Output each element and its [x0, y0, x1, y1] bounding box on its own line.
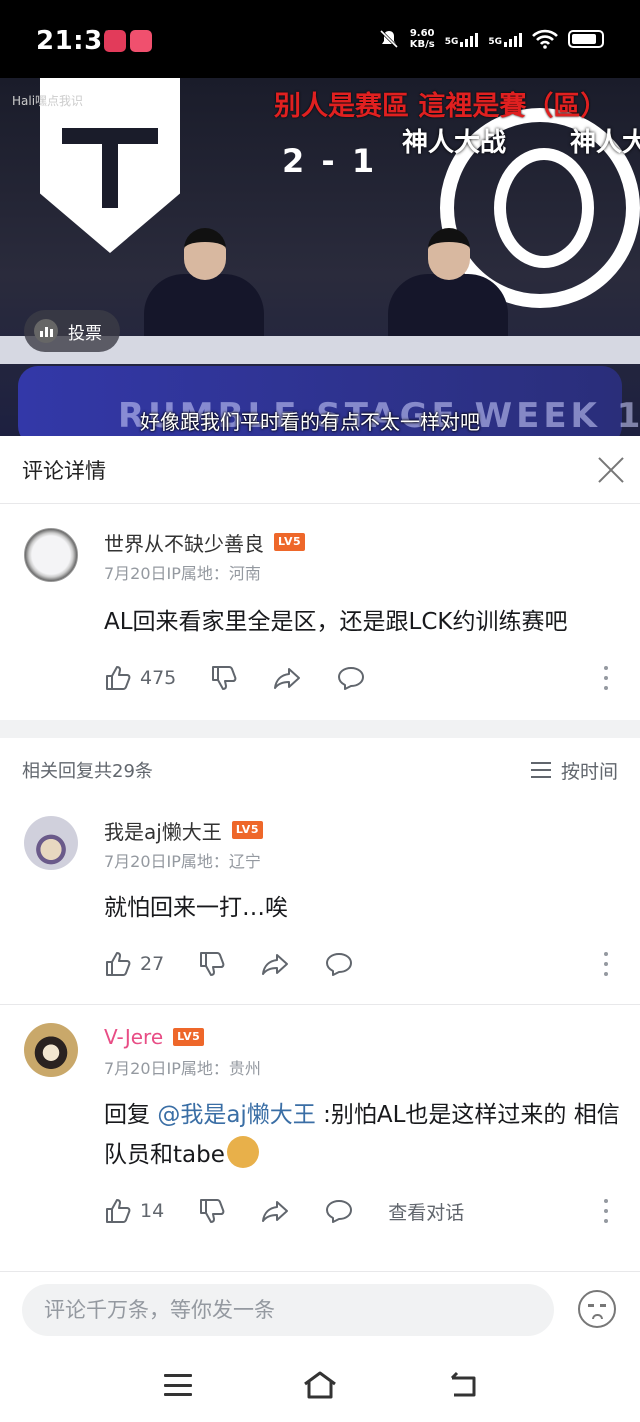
vote-label: 投票 — [68, 323, 102, 344]
reply-ip: IP属地：辽宁 — [166, 852, 261, 871]
battery-icon — [568, 30, 604, 48]
section-divider — [0, 720, 640, 738]
video-subtitle-white-1: 神人大战 — [402, 128, 507, 158]
home-icon[interactable] — [302, 1370, 338, 1400]
vote-icon — [34, 319, 58, 343]
avatar[interactable] — [24, 528, 78, 582]
net-speed: 9.60 KB/s — [410, 28, 435, 50]
hali-app-icon — [104, 30, 126, 52]
reply-text: 就怕回来一打…唉 — [104, 895, 288, 921]
reply-date: 7月20日 — [104, 852, 167, 871]
signal-icon: 5G — [488, 31, 522, 47]
back-icon[interactable] — [448, 1370, 478, 1400]
caster-left — [144, 228, 264, 354]
username-text[interactable]: V-Jere — [104, 1025, 163, 1049]
sort-label: 按时间 — [560, 760, 618, 783]
reply-item: 我是aj懒大王 LV5 7月20日IP属地：辽宁 就怕回来一打…唉 27 — [0, 802, 640, 1004]
comment-actions: 475 — [104, 658, 640, 698]
comment-ip: IP属地：河南 — [166, 564, 261, 583]
close-button[interactable] — [596, 455, 626, 485]
doge-emoji-icon — [226, 1136, 259, 1168]
bilibili-app-icon — [130, 30, 152, 52]
avatar[interactable] — [24, 816, 78, 870]
level-badge: LV5 — [274, 533, 306, 551]
system-nav-bar — [0, 1362, 640, 1422]
reply-username[interactable]: 我是aj懒大王 LV5 — [104, 816, 640, 844]
more-icon[interactable] — [604, 666, 608, 690]
reply-item: V-Jere LV5 7月20日IP属地：贵州 回复 @我是aj懒大王 :别怕A… — [0, 1005, 640, 1243]
like-button[interactable]: 27 — [104, 950, 164, 978]
reply-meta: 7月20日IP属地：辽宁 — [104, 848, 640, 872]
thumbs-down-icon[interactable] — [210, 664, 238, 692]
reply-prefix: 回复 — [104, 1102, 158, 1128]
like-count: 27 — [140, 953, 165, 975]
main-comment: 世界从不缺少善良 LV5 7月20日IP属地：河南 AL回来看家里全是区，还是跟… — [0, 504, 640, 720]
level-badge: LV5 — [231, 821, 263, 839]
reply-icon[interactable] — [324, 950, 354, 978]
menu-icon[interactable] — [164, 1374, 192, 1396]
thumbs-down-icon[interactable] — [198, 1197, 226, 1225]
like-button[interactable]: 14 — [104, 1197, 164, 1225]
mention-link[interactable]: @我是aj懒大王 — [157, 1102, 315, 1128]
username-text[interactable]: 我是aj懒大王 — [104, 816, 222, 845]
thumbs-up-icon — [106, 952, 131, 976]
sort-button[interactable]: 按时间 — [530, 757, 618, 784]
emoji-icon[interactable] — [578, 1290, 616, 1328]
sim2-label: 5G — [488, 37, 502, 47]
sim1-label: 5G — [444, 37, 459, 47]
comment-meta: 7月20日IP属地：河南 — [104, 560, 640, 584]
video-score: 2 - 1 — [282, 142, 378, 180]
signal-icon: 5G — [445, 31, 479, 47]
comment-detail-panel: 评论详情 世界从不缺少善良 LV5 7月20日IP属地：河南 AL回来看家里全是… — [0, 436, 640, 1422]
reply-date: 7月20日 — [104, 1059, 167, 1078]
comment-date: 7月20日 — [104, 564, 167, 583]
share-icon[interactable] — [260, 1197, 290, 1225]
view-conversation-link[interactable]: 查看对话 — [388, 1198, 464, 1225]
video-subtitle-white-2: 神人大 — [570, 128, 640, 158]
comment-text: AL回来看家里全是区，还是跟LCK约训练赛吧 — [104, 609, 568, 635]
wifi-icon — [532, 29, 558, 49]
sort-icon — [530, 762, 551, 778]
watermark: Hali嘿点我识 — [12, 94, 84, 108]
replies-count: 相关回复共29条 — [22, 761, 153, 782]
caster-right — [388, 228, 508, 354]
mute-icon — [379, 29, 398, 49]
thumbs-up-icon — [106, 666, 131, 690]
video-subtitle-red: 别人是赛區 這裡是賽（區） — [274, 91, 608, 122]
level-badge: LV5 — [173, 1028, 205, 1046]
panel-header: 评论详情 — [0, 436, 640, 504]
thumbs-up-icon — [106, 1199, 131, 1223]
avatar[interactable] — [24, 1023, 78, 1077]
vote-button[interactable]: 投票 — [24, 310, 120, 352]
username-text[interactable]: 世界从不缺少善良 — [104, 528, 264, 557]
reply-username[interactable]: V-Jere LV5 — [104, 1023, 640, 1051]
net-speed-value: 9.60 — [409, 28, 435, 39]
reply-actions: 14 查看对话 — [104, 1191, 640, 1231]
more-icon[interactable] — [604, 1199, 608, 1223]
like-button[interactable]: 475 — [104, 664, 176, 692]
share-icon[interactable] — [272, 664, 302, 692]
comment-input-bar: 评论千万条，等你发一条 — [0, 1271, 640, 1363]
comment-username[interactable]: 世界从不缺少善良 LV5 — [104, 528, 640, 556]
status-bar: 21:31 9.60 KB/s 5G 5G — [0, 0, 640, 78]
reply-text: 回复 @我是aj懒大王 :别怕AL也是这样过来的 相信队员和tabe — [104, 1095, 640, 1175]
thumbs-down-icon[interactable] — [198, 950, 226, 978]
reply-meta: 7月20日IP属地：贵州 — [104, 1055, 640, 1079]
more-icon[interactable] — [604, 952, 608, 976]
panel-title: 评论详情 — [22, 458, 106, 483]
like-count: 475 — [140, 667, 177, 689]
video-player[interactable]: Hali嘿点我识 别人是赛區 這裡是賽（區） 神人大战 神人大 2 - 1 RU… — [0, 78, 640, 436]
reply-actions: 27 — [104, 944, 640, 984]
like-count: 14 — [140, 1200, 165, 1222]
net-speed-unit: KB/s — [409, 39, 435, 50]
reply-ip: IP属地：贵州 — [166, 1059, 261, 1078]
reply-icon[interactable] — [324, 1197, 354, 1225]
comment-input[interactable]: 评论千万条，等你发一条 — [22, 1284, 554, 1336]
video-caption: 好像跟我们平时看的有点不太一样对吧 — [140, 410, 480, 434]
replies-header: 相关回复共29条 按时间 — [0, 738, 640, 802]
share-icon[interactable] — [260, 950, 290, 978]
reply-icon[interactable] — [336, 664, 366, 692]
